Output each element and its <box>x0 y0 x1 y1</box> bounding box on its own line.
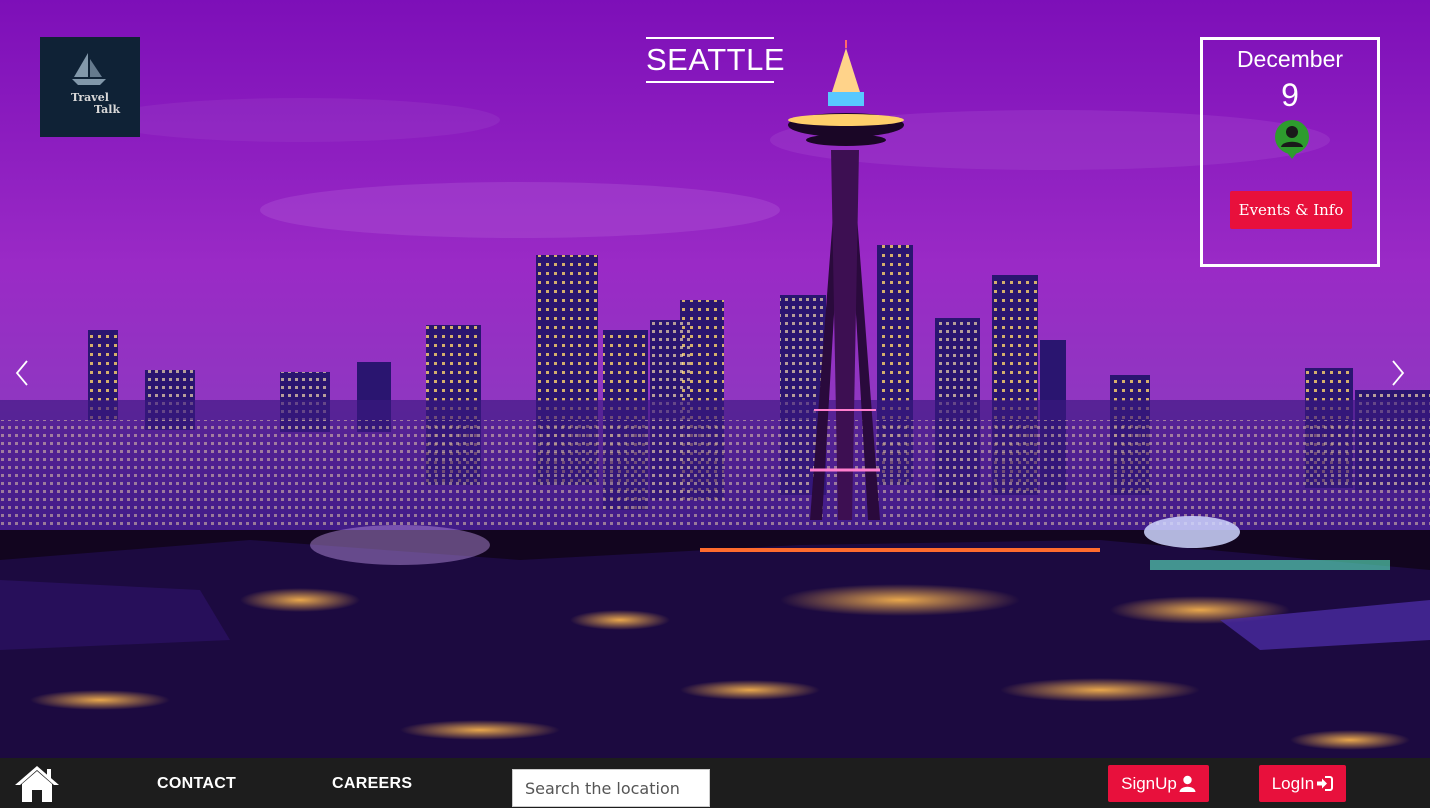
user-icon <box>1179 775 1196 792</box>
logo[interactable]: Travel Talk <box>40 37 140 137</box>
user-marker-icon <box>1275 120 1309 159</box>
date-day: 9 <box>1281 77 1299 113</box>
chevron-left-icon[interactable] <box>12 358 32 388</box>
signup-label: SignUp <box>1121 773 1177 793</box>
nav-careers-link[interactable]: CAREERS <box>332 775 412 793</box>
sign-in-icon <box>1317 776 1334 791</box>
city-title: SEATTLE <box>646 37 785 83</box>
login-label: LogIn <box>1271 773 1315 793</box>
bottom-navbar: CONTACT CAREERS SignUp LogIn <box>0 758 1430 808</box>
signup-button[interactable]: SignUp <box>1108 765 1209 802</box>
nav-contact-link[interactable]: CONTACT <box>157 775 236 793</box>
hero-carousel: Travel Talk SEATTLE December 9 Events & … <box>0 0 1430 758</box>
login-button[interactable]: LogIn <box>1259 765 1346 802</box>
events-info-button[interactable]: Events & Info <box>1230 191 1352 229</box>
home-icon[interactable] <box>14 764 60 804</box>
logo-text-line2: Talk <box>94 103 121 116</box>
date-month: December <box>1236 46 1344 72</box>
search-input[interactable] <box>512 769 710 807</box>
sailboat-icon <box>72 53 106 85</box>
chevron-right-icon[interactable] <box>1388 358 1408 388</box>
info-box: December 9 Events & Info <box>1200 37 1380 267</box>
